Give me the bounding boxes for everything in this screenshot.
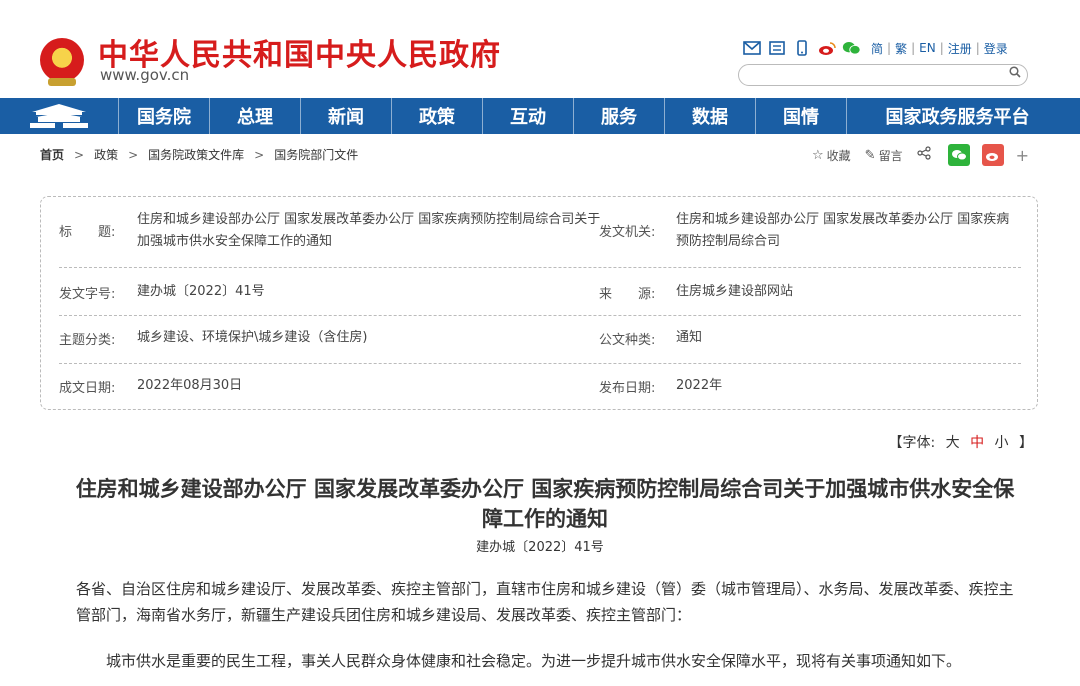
nav-item-data[interactable]: 数据: [664, 98, 755, 134]
publish-date-value: 2022年: [676, 378, 723, 393]
doc-no-label: 发文字号:: [59, 287, 116, 302]
source-label: 来 源:: [599, 287, 656, 302]
nav-item-national-info[interactable]: 国情: [755, 98, 846, 134]
article-paragraph: 各省、自治区住房和城乡建设厅、发展改革委、疾控主管部门，直辖市住房和城乡建设（管…: [76, 580, 1014, 624]
doc-type-label: 公文种类:: [599, 333, 656, 348]
article-title: 住房和城乡建设部办公厅 国家发展改革委办公厅 国家疾病预防控制局综合司关于加强城…: [75, 476, 1015, 531]
title-value: 住房和城乡建设部办公厅 国家发展改革委办公厅 国家疾病预防控制局综合司关于加强城…: [137, 212, 601, 249]
breadcrumb-policy[interactable]: 政策: [94, 146, 118, 163]
info-row-title: 标 题: 住房和城乡建设部办公厅 国家发展改革委办公厅 国家疾病预防控制局综合司…: [59, 209, 1021, 253]
nav-item-services[interactable]: 服务: [573, 98, 664, 134]
wechat-share-icon[interactable]: [947, 144, 970, 166]
document-info-box: 标 题: 住房和城乡建设部办公厅 国家发展改革委办公厅 国家疾病预防控制局综合司…: [40, 196, 1038, 410]
nav-item-state-council[interactable]: 国务院: [118, 98, 209, 134]
site-header: 中华人民共和国中央人民政府 www.gov.cn 简 | 繁 | EN | 注册…: [0, 0, 1080, 98]
divider: [59, 363, 1021, 364]
simplified-link[interactable]: 简: [871, 40, 883, 57]
nav-item-premier[interactable]: 总理: [209, 98, 300, 134]
chevron-right-icon: >: [254, 147, 265, 162]
nav-item-policy[interactable]: 政策: [391, 98, 482, 134]
news-icon[interactable]: [767, 40, 786, 56]
star-icon: ☆: [812, 147, 824, 163]
font-size-control: 【字体: 大 中 小 】: [885, 432, 1036, 452]
info-row-topic: 主题分类: 城乡建设、环境保护\城乡建设（含住房) 公文种类: 通知: [59, 327, 1021, 349]
weibo-share-icon[interactable]: [981, 144, 1004, 166]
main-nav: 国务院 总理 新闻 政策 互动 服务 数据 国情 国家政务服务平台: [0, 98, 1080, 134]
nav-item-gov-service-platform[interactable]: 国家政务服务平台: [846, 98, 1068, 134]
separator: |: [939, 41, 944, 55]
search-icon[interactable]: [1009, 66, 1021, 82]
article-doc-number: 建办城〔2022〕41号: [476, 540, 604, 555]
pen-icon: ✎: [864, 147, 876, 163]
separator: |: [975, 41, 980, 55]
comment-button[interactable]: ✎ 留言: [865, 147, 903, 164]
source-value: 住房城乡建设部网站: [676, 284, 794, 299]
info-row-docno: 发文字号: 建办城〔2022〕41号 来 源: 住房城乡建设部网站: [59, 281, 1021, 303]
breadcrumb-policy-library[interactable]: 国务院政策文件库: [148, 146, 244, 163]
share-button[interactable]: [916, 146, 934, 164]
comment-label: 留言: [878, 148, 903, 163]
topic-value: 城乡建设、环境保护\城乡建设（含住房): [137, 330, 368, 345]
share-tools: ☆ 收藏 ✎ 留言 +: [812, 144, 1043, 166]
more-share-button[interactable]: +: [1016, 146, 1029, 165]
tiananmen-logo-icon[interactable]: [0, 98, 118, 134]
nav-item-interaction[interactable]: 互动: [482, 98, 573, 134]
font-size-medium[interactable]: 中: [970, 435, 984, 451]
divider: [59, 267, 1021, 268]
top-links: 简 | 繁 | EN | 注册 | 登录: [742, 38, 1012, 58]
english-link[interactable]: EN: [919, 41, 936, 55]
title-label: 标 题:: [59, 225, 116, 240]
issuer-value: 住房和城乡建设部办公厅 国家发展改革委办公厅 国家疾病预防控制局综合司: [676, 212, 1010, 249]
info-row-dates: 成文日期: 2022年08月30日 发布日期: 2022年: [59, 375, 1021, 397]
favorite-button[interactable]: ☆ 收藏: [812, 147, 851, 164]
font-size-small[interactable]: 小: [995, 435, 1009, 451]
mobile-icon[interactable]: [792, 40, 811, 56]
wechat-icon[interactable]: [842, 40, 861, 56]
written-date-label: 成文日期:: [59, 381, 116, 396]
login-link[interactable]: 登录: [984, 40, 1008, 57]
mail-icon[interactable]: [742, 40, 761, 56]
national-emblem-icon[interactable]: [40, 38, 84, 86]
traditional-link[interactable]: 繁: [895, 40, 907, 57]
site-url[interactable]: www.gov.cn: [100, 66, 189, 84]
article-paragraph: 城市供水是重要的民生工程，事关人民群众身体健康和社会稳定。为进一步提升城市供水安…: [106, 652, 962, 670]
weibo-icon[interactable]: [817, 40, 836, 56]
publish-date-label: 发布日期:: [599, 381, 656, 396]
chevron-right-icon: >: [128, 147, 139, 162]
register-link[interactable]: 注册: [948, 40, 972, 57]
favorite-label: 收藏: [826, 148, 851, 163]
search-box: [738, 64, 1028, 86]
font-size-prefix: 【字体:: [888, 435, 936, 451]
separator: |: [887, 41, 892, 55]
font-size-suffix: 】: [1019, 435, 1033, 451]
written-date-value: 2022年08月30日: [137, 378, 243, 393]
topic-label: 主题分类:: [59, 333, 116, 348]
chevron-right-icon: >: [74, 147, 85, 162]
divider: [59, 315, 1021, 316]
search-input[interactable]: [749, 67, 993, 85]
nav-item-news[interactable]: 新闻: [300, 98, 391, 134]
separator: |: [911, 41, 916, 55]
font-size-large[interactable]: 大: [946, 435, 960, 451]
breadcrumb-home[interactable]: 首页: [40, 146, 64, 163]
issuer-label: 发文机关:: [599, 225, 656, 240]
breadcrumb: 首页 > 政策 > 国务院政策文件库 > 国务院部门文件: [40, 146, 358, 163]
share-icon: [916, 146, 931, 164]
doc-no-value: 建办城〔2022〕41号: [137, 284, 265, 299]
doc-type-value: 通知: [676, 330, 703, 345]
breadcrumb-dept-docs[interactable]: 国务院部门文件: [274, 146, 358, 163]
